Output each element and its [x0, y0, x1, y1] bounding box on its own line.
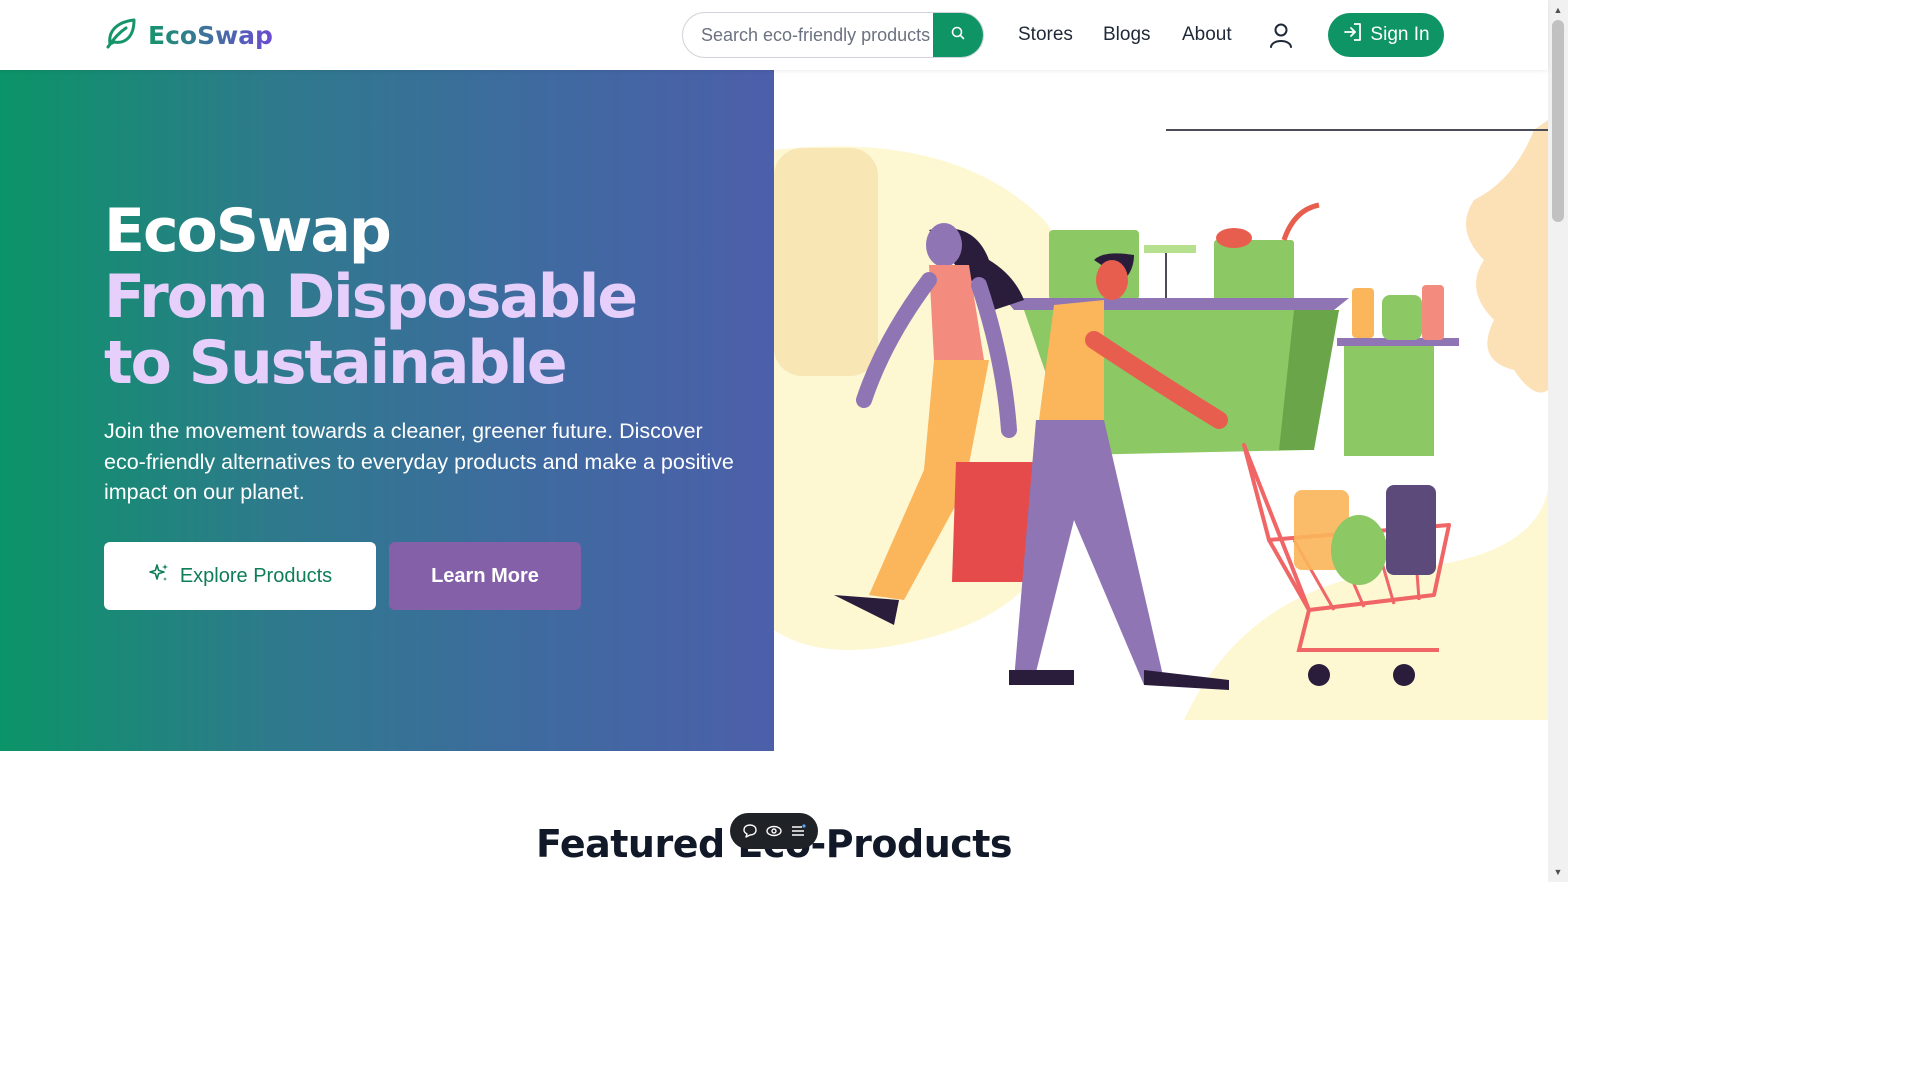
search-bar	[682, 12, 984, 58]
sparkles-icon	[148, 562, 170, 590]
hero-title: EcoSwap From Disposable to Sustainable	[104, 196, 638, 398]
hero-title-line-2: From Disposable	[104, 262, 638, 332]
leaf-icon	[104, 16, 138, 55]
menu-icon[interactable]	[788, 821, 808, 841]
learn-more-button[interactable]: Learn More	[389, 542, 581, 610]
hero-illustration-panel	[774, 70, 1548, 751]
login-icon	[1342, 21, 1364, 49]
brand-logo[interactable]: EcoSwap	[104, 18, 273, 52]
vertical-scrollbar[interactable]: ▲ ▼	[1548, 0, 1568, 882]
search-input[interactable]	[683, 13, 935, 57]
sign-in-label: Sign In	[1370, 24, 1430, 45]
comment-icon[interactable]	[740, 821, 760, 841]
hero-section	[0, 70, 774, 751]
scroll-down-arrow[interactable]: ▼	[1552, 866, 1564, 878]
user-icon[interactable]	[1268, 22, 1294, 48]
scroll-thumb[interactable]	[1552, 20, 1564, 222]
search-icon	[951, 26, 965, 45]
nav-link-blogs[interactable]: Blogs	[1103, 24, 1151, 46]
hero-title-line-1: EcoSwap	[104, 196, 392, 266]
hero-title-line-3: to Sustainable	[104, 328, 568, 398]
scroll-up-arrow[interactable]: ▲	[1552, 4, 1564, 16]
hero-description: Join the movement towards a cleaner, gre…	[104, 419, 734, 504]
nav-link-stores[interactable]: Stores	[1018, 24, 1073, 46]
nav-link-about[interactable]: About	[1182, 24, 1232, 46]
search-button[interactable]	[933, 13, 983, 57]
shopping-illustration	[774, 120, 1548, 720]
sign-in-button[interactable]: Sign In	[1328, 13, 1444, 57]
navbar: EcoSwap Stores Blogs About Sign In	[0, 0, 1548, 70]
explore-products-button[interactable]: Explore Products	[104, 542, 376, 610]
eye-icon[interactable]	[764, 821, 784, 841]
explore-products-label: Explore Products	[179, 564, 333, 587]
floating-toolbar	[730, 813, 818, 849]
brand-name: EcoSwap	[148, 20, 273, 50]
